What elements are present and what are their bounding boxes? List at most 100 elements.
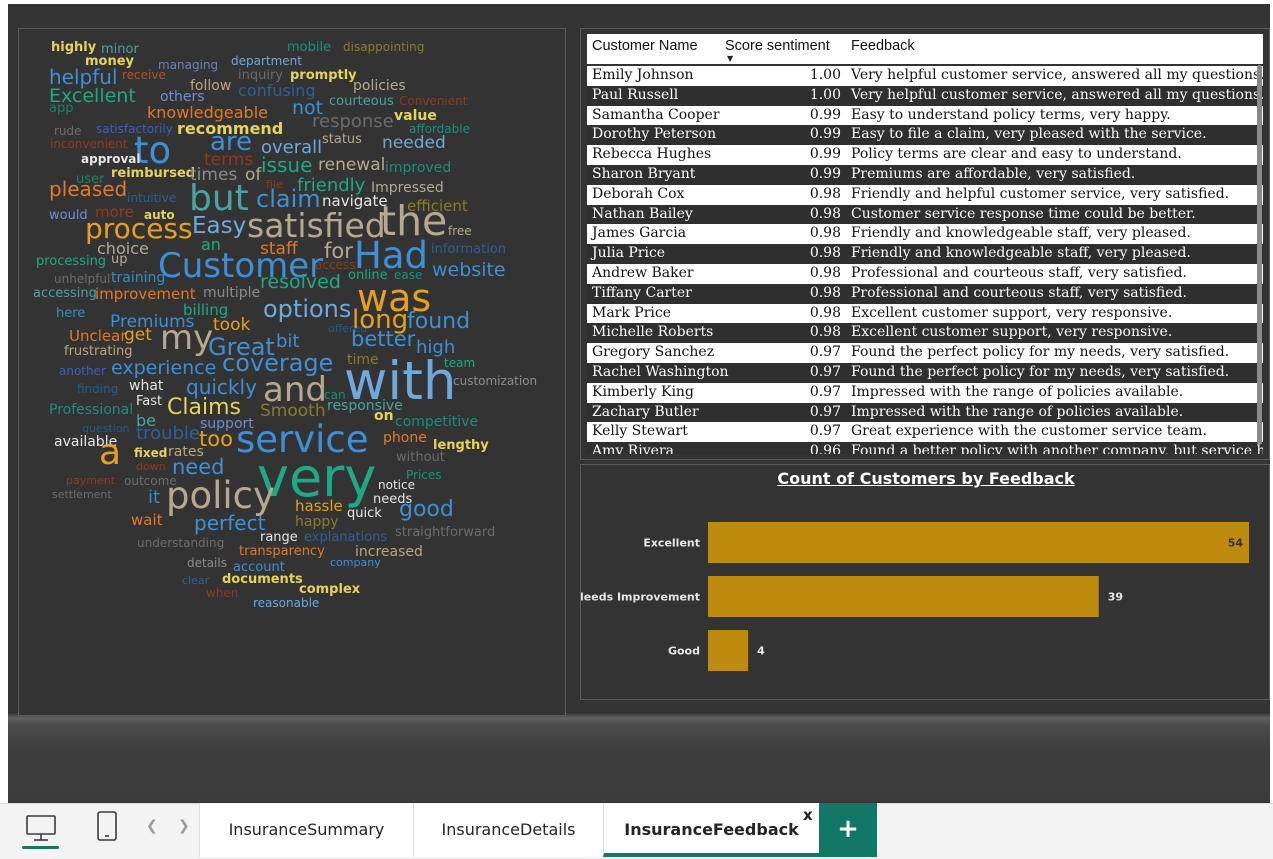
feedback-bar-chart-visual[interactable]: Count of Customers by Feedback Excellent… (580, 464, 1270, 700)
word-cloud-word[interactable]: good (399, 499, 454, 521)
close-tab-icon[interactable]: x (803, 806, 813, 824)
word-cloud-word[interactable]: here (56, 307, 85, 320)
word-cloud-word[interactable]: department (231, 55, 302, 67)
word-cloud-word[interactable]: customization (453, 375, 537, 387)
word-cloud-word[interactable]: courteous (329, 95, 394, 108)
word-cloud-word[interactable]: range (260, 531, 298, 544)
word-cloud-visual[interactable]: highly minor money mobile disappointing manag… (18, 28, 566, 716)
word-cloud-word[interactable]: response (312, 113, 394, 131)
word-cloud-word[interactable]: another (59, 365, 106, 377)
word-cloud-word[interactable]: information (431, 243, 506, 256)
table-row[interactable]: Deborah Cox 0.98 Friendly and helpful cust… (587, 184, 1263, 205)
tab-insurance-feedback[interactable]: InsuranceFeedback (603, 803, 819, 857)
word-cloud-word[interactable]: it (148, 489, 160, 507)
word-cloud-word[interactable]: trouble (136, 425, 200, 443)
bar-good[interactable] (708, 630, 749, 671)
word-cloud-word[interactable]: took (213, 317, 250, 334)
word-cloud-word[interactable]: settlement (52, 489, 112, 500)
word-cloud-word[interactable]: wait (131, 513, 163, 528)
word-cloud-word[interactable]: renewal (318, 157, 385, 174)
word-cloud-word[interactable]: found (407, 311, 470, 333)
word-cloud-word[interactable]: managing (158, 59, 218, 71)
word-cloud-word[interactable]: website (432, 261, 506, 280)
word-cloud-word[interactable]: inconvenient (50, 138, 128, 150)
word-cloud-word[interactable]: get (124, 327, 152, 344)
word-cloud-word[interactable]: policy (166, 477, 275, 514)
word-cloud-word[interactable]: improved (385, 161, 451, 175)
mobile-view-icon[interactable] (95, 810, 119, 842)
feedback-table-visual[interactable]: Customer Name Score sentiment Feedback ▼… (580, 28, 1270, 478)
word-cloud-word[interactable]: Unclear (69, 329, 127, 344)
word-cloud-word[interactable]: pleased (49, 179, 127, 199)
sort-descending-icon[interactable]: ▼ (727, 54, 733, 63)
word-cloud-word[interactable]: processing (36, 255, 106, 268)
word-cloud-word[interactable]: unhelpful (54, 273, 110, 285)
desktop-view-icon[interactable] (22, 812, 60, 848)
word-cloud-word[interactable]: phone (383, 431, 427, 445)
word-cloud-word[interactable]: straightforward (395, 526, 495, 539)
word-cloud-word[interactable]: too (199, 429, 233, 450)
word-cloud-word[interactable]: Convenient (399, 95, 467, 107)
word-cloud-word[interactable]: perfect (194, 513, 265, 533)
word-cloud-word[interactable]: notice (378, 479, 415, 491)
word-cloud-word[interactable]: issue (261, 155, 312, 175)
word-cloud-word[interactable]: others (160, 90, 205, 104)
word-cloud-word[interactable]: intuitive (127, 192, 176, 204)
vertical-scrollbar[interactable] (1257, 65, 1262, 445)
table-row[interactable]: James Garcia 0.98 Friendly and knowledgeab… (587, 224, 1263, 245)
word-cloud-word[interactable]: quickly (186, 377, 257, 397)
word-cloud-word[interactable]: quick (347, 507, 382, 520)
chevron-right-icon[interactable]: ❯ (178, 818, 190, 834)
word-cloud-word[interactable]: explanations (304, 531, 387, 544)
word-cloud-word[interactable]: my (160, 321, 213, 355)
word-cloud-word[interactable]: transparency (239, 545, 325, 558)
word-cloud-word[interactable]: when (206, 587, 238, 599)
word-cloud-word[interactable]: understanding (137, 537, 224, 549)
word-cloud-word[interactable]: resolved (260, 273, 341, 292)
word-cloud-word[interactable]: Professional (49, 403, 133, 417)
word-cloud-word[interactable]: on (374, 409, 394, 423)
word-cloud-word[interactable]: a (99, 435, 121, 471)
word-cloud-word[interactable]: status (322, 133, 362, 146)
table-row[interactable]: Mark Price 0.98 Excellent customer support… (587, 303, 1263, 324)
word-cloud-word[interactable]: but (189, 181, 249, 217)
table-row[interactable]: Rebecca Hughes 0.99 Policy terms are clear… (587, 145, 1263, 165)
word-cloud-word[interactable]: reasonable (253, 597, 319, 609)
table-row[interactable]: Dorothy Peterson 0.99 Easy to file a claim… (587, 125, 1263, 146)
table-row[interactable]: Kelly Stewart 0.97 Great experience with t… (587, 422, 1263, 443)
word-cloud-word[interactable]: highly (51, 41, 96, 54)
add-page-button[interactable]: + (819, 803, 877, 857)
table-row[interactable]: Sharon Bryant 0.99 Premiums are affordable… (587, 165, 1263, 185)
word-cloud-word[interactable]: receive (122, 69, 166, 81)
table-row[interactable]: Andrew Baker 0.98 Professional and courteo… (587, 264, 1263, 284)
word-cloud-word[interactable]: payment (66, 475, 115, 486)
column-header-feedback[interactable]: Feedback (851, 38, 915, 54)
table-row[interactable]: Kimberly King 0.97 Impressed with the rang… (587, 382, 1263, 403)
word-cloud-word[interactable]: finding (77, 383, 118, 395)
tab-insurance-details[interactable]: InsuranceDetails (413, 803, 603, 857)
table-row[interactable]: Julia Price 0.98 Friendly and knowledgeabl… (587, 244, 1263, 264)
word-cloud-word[interactable]: app (49, 102, 73, 115)
word-cloud-word[interactable]: up (111, 253, 128, 266)
table-row[interactable]: Rachel Washington 0.97 Found the perfect p… (587, 363, 1263, 383)
column-header-customer-name[interactable]: Customer Name (592, 38, 698, 54)
word-cloud-word[interactable]: Fast (136, 395, 162, 408)
word-cloud-word[interactable]: would (49, 209, 88, 222)
word-cloud-word[interactable]: needed (382, 135, 446, 152)
column-header-score-sentiment[interactable]: Score sentiment (725, 38, 830, 54)
word-cloud-word[interactable]: details (187, 557, 227, 569)
word-cloud-word[interactable]: helpful (49, 67, 118, 87)
word-cloud-word[interactable]: value (394, 109, 437, 123)
word-cloud-word[interactable]: accessing (33, 287, 97, 300)
word-cloud-word[interactable]: multiple (203, 286, 260, 300)
table-row[interactable]: Nathan Bailey 0.98 Customer service respon… (587, 204, 1263, 225)
table-row[interactable]: Samantha Cooper 0.99 Easy to understand po… (587, 105, 1263, 126)
bar-needs-improvement[interactable] (708, 576, 1099, 617)
word-cloud-word[interactable]: free (448, 225, 472, 237)
word-cloud-word[interactable]: fixed (134, 447, 167, 459)
word-cloud-word[interactable]: options (263, 297, 351, 321)
word-cloud-word[interactable]: mobile (287, 41, 331, 54)
table-row[interactable]: Michelle Roberts 0.98 Excellent customer s… (587, 323, 1263, 344)
chevron-left-icon[interactable]: ❮ (146, 818, 158, 834)
word-cloud-word[interactable]: approval (81, 153, 140, 165)
